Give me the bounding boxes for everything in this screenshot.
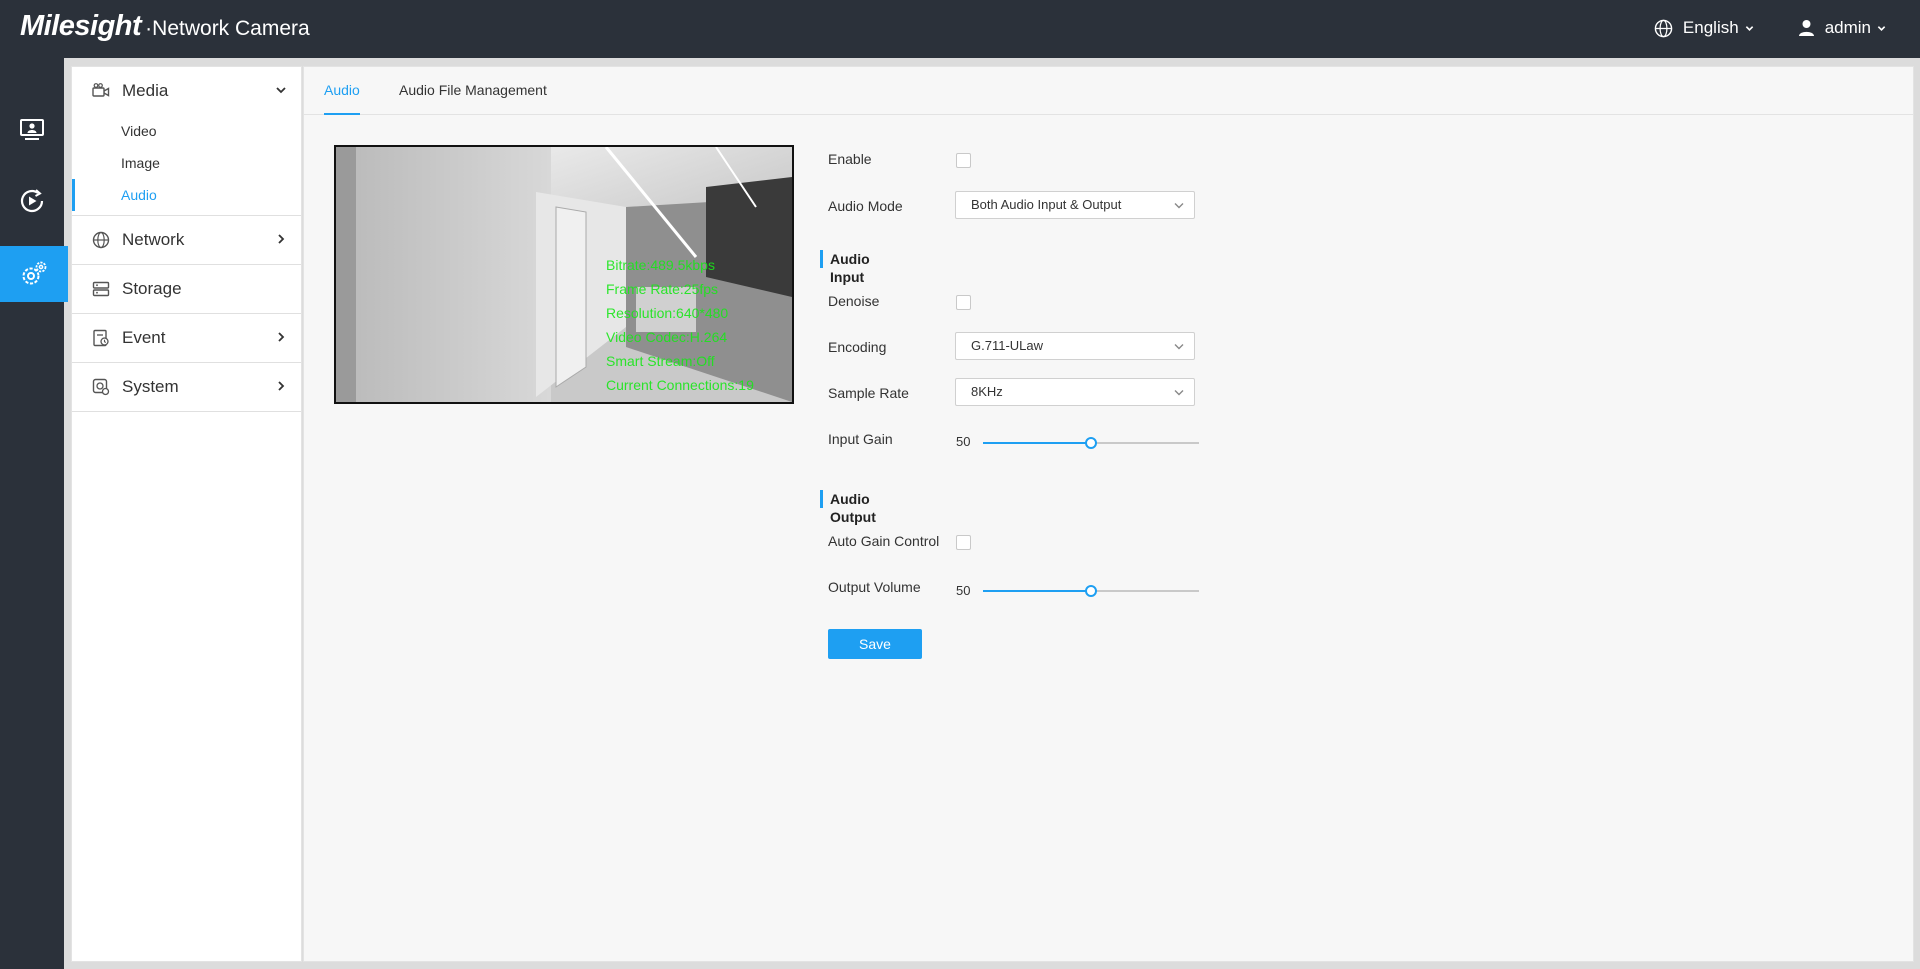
osd-bitrate: Bitrate:489.5kbps xyxy=(606,257,715,273)
menu-label-network: Network xyxy=(122,230,185,249)
network-globe-icon xyxy=(92,231,110,249)
audio-input-heading: Audio Input xyxy=(820,250,870,285)
audio-mode-label: Audio Mode xyxy=(828,198,903,214)
live-view-icon xyxy=(20,119,44,140)
auto-gain-label: Auto Gain Control xyxy=(828,533,940,549)
logo: Milesight ·Network Camera xyxy=(20,10,310,43)
sample-rate-value: 8KHz xyxy=(971,384,1003,399)
osd-overlay: Bitrate:489.5kbps Frame Rate:25fps Resol… xyxy=(606,253,754,397)
save-button[interactable]: Save xyxy=(828,629,922,659)
user-menu[interactable]: admin xyxy=(1798,18,1896,38)
chevron-down-icon xyxy=(1745,25,1753,31)
menu-label-storage: Storage xyxy=(122,279,182,298)
event-icon xyxy=(93,329,109,347)
chevron-right-icon xyxy=(278,332,285,342)
submenu-audio[interactable]: Audio xyxy=(72,179,301,211)
menu-item-storage[interactable]: Storage xyxy=(72,265,301,313)
slider-thumb[interactable] xyxy=(1085,437,1097,449)
submenu-video[interactable]: Video xyxy=(72,115,301,147)
chevron-down-icon xyxy=(1877,25,1886,31)
sample-rate-select[interactable]: 8KHz xyxy=(955,378,1195,406)
osd-frame-rate: Frame Rate:25fps xyxy=(606,281,719,297)
language-label: English xyxy=(1682,18,1739,37)
chevron-down-icon xyxy=(1174,344,1184,350)
osd-video-codec: Video Codec:H.264 xyxy=(606,329,728,345)
osd-resolution: Resolution:640*480 xyxy=(606,305,729,321)
menu-group-storage: Storage xyxy=(72,265,301,314)
settings-menu: Media Video Image Audio Network Storage … xyxy=(71,66,302,962)
tab-bar: Audio Audio File Management xyxy=(304,67,1913,115)
sample-rate-label: Sample Rate xyxy=(828,385,909,401)
output-volume-value: 50 xyxy=(956,583,971,598)
camera-icon xyxy=(92,83,110,97)
audio-mode-select[interactable]: Both Audio Input & Output xyxy=(955,191,1195,219)
tab-audio[interactable]: Audio xyxy=(324,82,360,115)
audio-output-heading: Audio Output xyxy=(820,490,876,525)
settings-icon xyxy=(22,261,47,285)
output-volume-label: Output Volume xyxy=(828,579,921,595)
user-icon xyxy=(1798,20,1814,36)
username-label: admin xyxy=(1824,18,1871,37)
auto-gain-checkbox[interactable] xyxy=(956,535,971,550)
chevron-right-icon xyxy=(278,234,285,244)
chevron-down-icon xyxy=(1174,390,1184,396)
submenu-image[interactable]: Image xyxy=(72,147,301,179)
menu-item-media[interactable]: Media xyxy=(72,67,301,115)
slider-thumb[interactable] xyxy=(1085,585,1097,597)
video-preview[interactable]: Bitrate:489.5kbps Frame Rate:25fps Resol… xyxy=(334,145,794,404)
menu-group-system: System xyxy=(72,363,301,412)
output-volume-slider[interactable] xyxy=(983,585,1199,597)
globe-icon xyxy=(1654,19,1673,37)
osd-smart-stream: Smart Stream:Off xyxy=(606,353,715,369)
menu-item-network[interactable]: Network xyxy=(72,216,301,264)
settings-button[interactable] xyxy=(0,246,68,302)
system-icon xyxy=(92,378,110,396)
osd-connections: Current Connections:19 xyxy=(606,377,754,393)
playback-button[interactable] xyxy=(0,173,64,229)
slider-fill xyxy=(983,442,1091,444)
content-panel: Audio Audio File Management Bitrate:489.… xyxy=(303,66,1914,962)
menu-label-media: Media xyxy=(122,81,169,100)
menu-group-media: Media Video Image Audio xyxy=(72,67,301,216)
menu-item-event[interactable]: Event xyxy=(72,314,301,362)
encoding-select[interactable]: G.711-ULaw xyxy=(955,332,1195,360)
chevron-right-icon xyxy=(278,381,285,391)
tab-audio-file-management[interactable]: Audio File Management xyxy=(399,82,547,115)
storage-icon xyxy=(92,281,110,297)
enable-checkbox[interactable] xyxy=(956,153,971,168)
chevron-down-icon xyxy=(1174,203,1184,209)
encoding-label: Encoding xyxy=(828,339,887,355)
chevron-down-icon xyxy=(276,87,286,94)
menu-label-event: Event xyxy=(122,328,166,347)
input-gain-label: Input Gain xyxy=(828,431,893,447)
denoise-label: Denoise xyxy=(828,293,880,309)
enable-label: Enable xyxy=(828,151,872,167)
language-selector[interactable]: English xyxy=(1654,18,1764,38)
encoding-value: G.711-ULaw xyxy=(971,338,1044,353)
live-view-button[interactable] xyxy=(0,102,64,158)
menu-item-system[interactable]: System xyxy=(72,363,301,411)
audio-mode-value: Both Audio Input & Output xyxy=(971,197,1122,212)
menu-label-system: System xyxy=(122,377,179,396)
playback-icon xyxy=(20,189,44,213)
menu-group-event: Event xyxy=(72,314,301,363)
brand-name: Milesight xyxy=(20,10,142,42)
input-gain-value: 50 xyxy=(956,434,971,449)
menu-group-network: Network xyxy=(72,216,301,265)
input-gain-slider[interactable] xyxy=(983,437,1199,449)
slider-fill xyxy=(983,590,1091,592)
top-header: Milesight ·Network Camera English admin xyxy=(0,0,1920,58)
product-name: ·Network Camera xyxy=(145,17,310,40)
denoise-checkbox[interactable] xyxy=(956,295,971,310)
